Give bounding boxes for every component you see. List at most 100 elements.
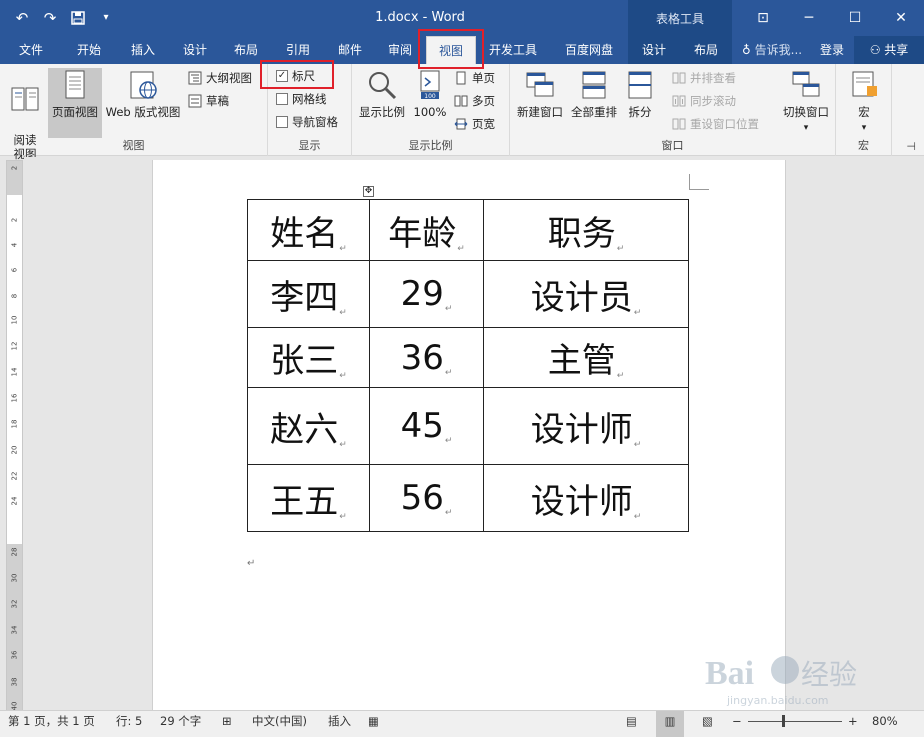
tab-mailings[interactable]: 邮件 xyxy=(326,36,374,64)
tab-table-design[interactable]: 设计 xyxy=(632,36,676,64)
cell-age[interactable]: 36↵ xyxy=(369,327,484,388)
minimize-button[interactable]: ─ xyxy=(786,0,832,36)
ruler-number: 36 xyxy=(10,650,19,660)
ruler-number: 6 xyxy=(10,267,19,273)
ribbon-view: 阅读 视图 页面视图 Web 版式视图 大纲视图 草稿 视图 ✓ 标尺 网格线 xyxy=(0,64,924,161)
view-side-by-side-button[interactable]: 并排查看 xyxy=(672,68,736,88)
read-mode-view-icon[interactable]: ▤ xyxy=(626,711,637,737)
tab-layout[interactable]: 布局 xyxy=(222,36,270,64)
cell-age[interactable]: 45↵ xyxy=(369,387,484,465)
user-icon: ⚇ xyxy=(869,43,881,57)
cell-title[interactable]: 设计师↵ xyxy=(483,464,689,532)
tab-design[interactable]: 设计 xyxy=(170,36,220,64)
quick-access-toolbar: ↶ ↷ ▾ xyxy=(10,6,118,30)
zoom-in-icon[interactable]: + xyxy=(848,711,858,737)
cell-name[interactable]: 李四↵ xyxy=(247,260,370,328)
tab-developer[interactable]: 开发工具 xyxy=(480,36,546,64)
zoom-level-status[interactable]: 80% xyxy=(872,711,898,737)
cell-title[interactable]: 设计员↵ xyxy=(483,260,689,328)
new-window-button[interactable]: 新建窗口 xyxy=(514,68,566,119)
synchronous-scrolling-button[interactable]: 同步滚动 xyxy=(672,91,736,111)
word-count-status[interactable]: 29 个字 xyxy=(160,711,201,737)
draft-view-button[interactable]: 草稿 xyxy=(188,91,229,111)
arrange-all-button[interactable]: 全部重排 xyxy=(568,68,620,119)
maximize-button[interactable]: ☐ xyxy=(832,0,878,36)
cell-name[interactable]: 王五↵ xyxy=(247,464,370,532)
share-button[interactable]: ⚇ 共享 xyxy=(854,36,924,64)
undo-icon[interactable]: ↶ xyxy=(10,6,34,30)
gridlines-checkbox[interactable]: 网格线 xyxy=(276,89,327,109)
ruler-number: 18 xyxy=(10,419,19,429)
login-link[interactable]: 登录 xyxy=(820,36,844,64)
customize-qat-icon[interactable]: ▾ xyxy=(94,6,118,30)
svg-text:100: 100 xyxy=(424,93,436,100)
vertical-ruler[interactable]: 2 2 4 6 8 10 12 14 16 18 20 22 24 28 30 32 34 36 38 40 xyxy=(6,160,23,711)
collapse-ribbon-icon[interactable]: ⊣ xyxy=(906,140,916,153)
table-row: 王五↵ 56↵ 设计师↵ xyxy=(247,464,689,532)
tell-me-box[interactable]: ♁ 告诉我... xyxy=(742,36,802,64)
proofing-icon[interactable]: ⊞ xyxy=(222,711,232,737)
print-layout-view-icon[interactable]: ▥ xyxy=(656,711,684,737)
web-layout-view-icon[interactable]: ▧ xyxy=(702,711,713,737)
nav-pane-check-icon xyxy=(276,116,288,128)
close-button[interactable]: ✕ xyxy=(878,0,924,36)
print-layout-button[interactable]: 页面视图 xyxy=(48,68,102,138)
page-count-status[interactable]: 第 1 页，共 1 页 xyxy=(8,711,95,737)
document-page[interactable]: ✥ 姓名↵ 年龄↵ 职务↵ 李四↵ 29↵ 设计员↵ 张三↵ 36↵ 主管↵ 赵… xyxy=(152,160,786,713)
vertical-scrollbar[interactable] xyxy=(906,157,924,710)
arrange-all-icon xyxy=(582,71,606,99)
ruler-number: 4 xyxy=(10,242,19,248)
zoom-button[interactable]: 显示比例 xyxy=(356,68,408,119)
reset-window-position-button[interactable]: 重设窗口位置 xyxy=(672,114,759,134)
group-macros: 宏 ▾ 宏 xyxy=(836,64,892,156)
zoom-slider-knob[interactable] xyxy=(782,715,785,727)
save-icon[interactable] xyxy=(66,6,90,30)
cell-age[interactable]: 56↵ xyxy=(369,464,484,532)
zoom-slider[interactable] xyxy=(748,721,842,722)
macro-record-icon[interactable]: ▦ xyxy=(368,711,379,737)
page-width-icon xyxy=(454,118,468,130)
split-button[interactable]: 拆分 xyxy=(622,68,658,119)
svg-text:经验: 经验 xyxy=(801,658,857,691)
tab-home[interactable]: 开始 xyxy=(64,36,114,64)
ruler-checkbox[interactable]: ✓ 标尺 xyxy=(276,66,315,86)
paragraph-mark-icon: ↵ xyxy=(247,558,256,569)
zoom-out-icon[interactable]: − xyxy=(732,711,742,737)
tab-table-layout[interactable]: 布局 xyxy=(684,36,728,64)
status-bar: 第 1 页，共 1 页 行: 5 29 个字 ⊞ 中文(中国) 插入 ▦ ▤ ▥… xyxy=(0,710,924,737)
language-status[interactable]: 中文(中国) xyxy=(252,711,307,737)
line-status[interactable]: 行: 5 xyxy=(116,711,142,737)
insert-mode-status[interactable]: 插入 xyxy=(328,711,351,737)
tab-file[interactable]: 文件 xyxy=(8,36,54,64)
web-layout-button[interactable]: Web 版式视图 xyxy=(103,68,183,119)
tab-baidu-netdisk[interactable]: 百度网盘 xyxy=(552,36,626,64)
header-cell-name[interactable]: 姓名↵ xyxy=(247,199,370,261)
split-icon xyxy=(628,71,652,99)
header-cell-age[interactable]: 年龄↵ xyxy=(369,199,484,261)
cell-title[interactable]: 设计师↵ xyxy=(483,387,689,465)
redo-icon[interactable]: ↷ xyxy=(38,6,62,30)
page-width-button[interactable]: 页宽 xyxy=(454,114,495,134)
macros-button[interactable]: 宏 ▾ xyxy=(842,68,886,135)
ribbon-display-options-icon[interactable]: ⊡ xyxy=(740,0,786,36)
tab-view[interactable]: 视图 xyxy=(426,36,476,64)
multiple-pages-button[interactable]: 多页 xyxy=(454,91,495,111)
one-page-button[interactable]: 单页 xyxy=(454,68,495,88)
cell-age[interactable]: 29↵ xyxy=(369,260,484,328)
data-table[interactable]: 姓名↵ 年龄↵ 职务↵ 李四↵ 29↵ 设计员↵ 张三↵ 36↵ 主管↵ 赵六↵… xyxy=(247,199,689,532)
cell-name[interactable]: 赵六↵ xyxy=(247,387,370,465)
cell-title[interactable]: 主管↵ xyxy=(483,327,689,388)
header-cell-title[interactable]: 职务↵ xyxy=(483,199,689,261)
switch-windows-button[interactable]: 切换窗口 ▾ xyxy=(778,68,834,135)
tab-review[interactable]: 审阅 xyxy=(376,36,424,64)
outline-icon xyxy=(188,71,202,85)
zoom-100-button[interactable]: 100 100% xyxy=(410,68,450,119)
ruler-number: 32 xyxy=(10,599,19,609)
tab-insert[interactable]: 插入 xyxy=(118,36,168,64)
margin-corner-mark xyxy=(689,174,709,190)
outline-view-button[interactable]: 大纲视图 xyxy=(188,68,252,88)
tab-references[interactable]: 引用 xyxy=(274,36,322,64)
table-move-handle-icon[interactable]: ✥ xyxy=(363,186,374,197)
nav-pane-checkbox[interactable]: 导航窗格 xyxy=(276,112,338,132)
cell-name[interactable]: 张三↵ xyxy=(247,327,370,388)
